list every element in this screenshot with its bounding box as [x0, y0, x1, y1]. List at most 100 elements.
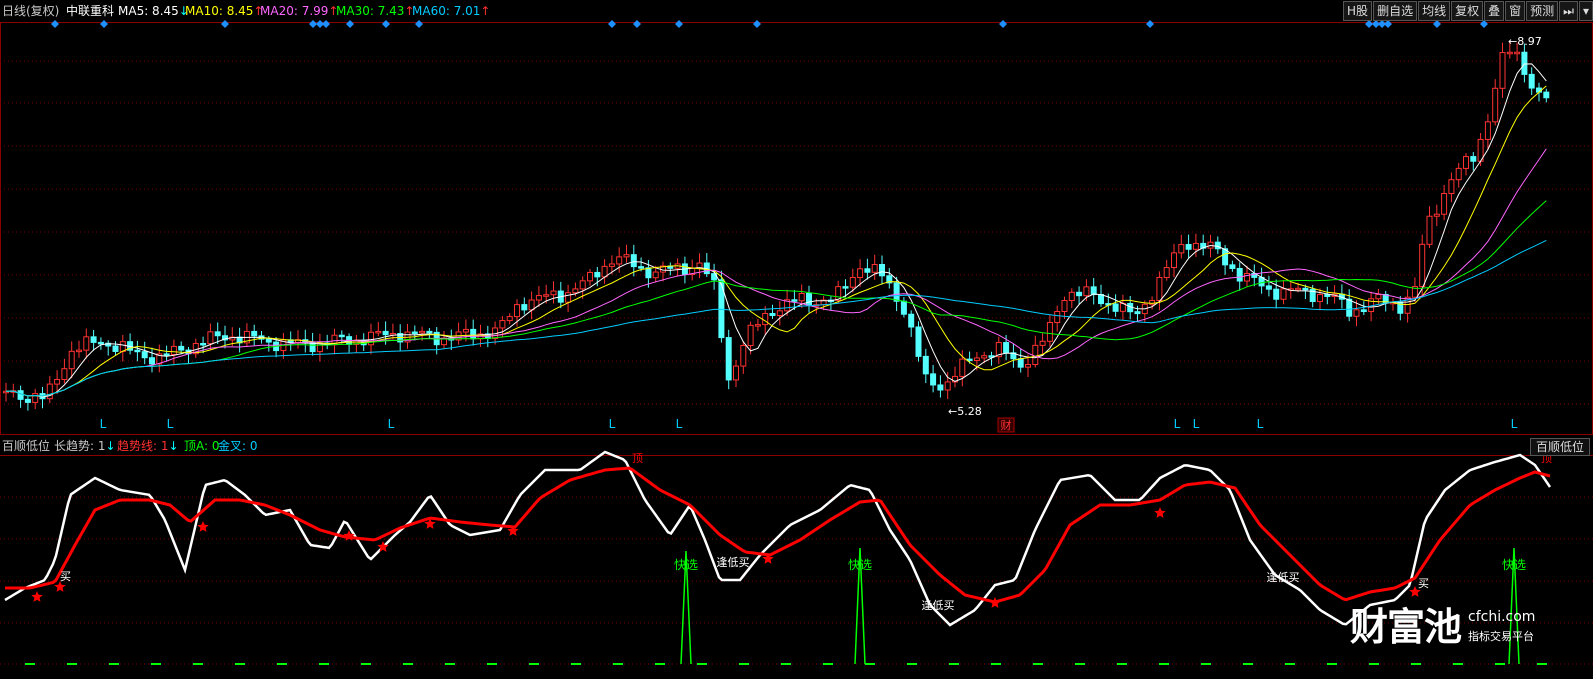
candle-body-123: [900, 300, 907, 315]
kline-chart-canvas[interactable]: L L L L L L L L L←8.97←5.28财快选 快选 快选买买顶 顶逢低买逢低买逢低买: [0, 0, 1593, 679]
chart-toolbar: H股 删自选 均线 复权 叠 窗 预测 ⏭ ▾: [1342, 1, 1593, 21]
ma-lines-button[interactable]: 均线: [1418, 1, 1451, 21]
candle-body-140: [1025, 363, 1031, 368]
candle-body-173: [1265, 285, 1272, 290]
candle-body-99: [725, 337, 732, 381]
main-chart-frame: [0, 22, 1593, 435]
candle-body-105: [769, 312, 776, 317]
top-a-legend: 顶A: 0: [184, 439, 220, 453]
candle-body-126: [922, 355, 929, 375]
candle-body-79: [579, 280, 586, 290]
candle-body-110: [806, 292, 812, 306]
l-marker-2: L: [388, 417, 395, 431]
forecast-button[interactable]: 预测: [1526, 1, 1559, 21]
candle-body-106: [776, 310, 783, 317]
candle-body-86: [630, 254, 637, 268]
candle-body-124: [908, 313, 915, 328]
candle-body-137: [1003, 342, 1010, 354]
candle-body-144: [1054, 310, 1061, 324]
watermark: 财富池 cfchi.com 指标交易平台: [1348, 605, 1548, 651]
skip-end-icon[interactable]: ⏭: [1559, 1, 1578, 21]
candle-body-70: [514, 304, 520, 318]
l-marker-0: L: [100, 417, 107, 431]
candle-body-207: [1514, 51, 1521, 55]
candle-body-27: [200, 342, 207, 346]
buy-label-1: 买: [1418, 577, 1429, 590]
candle-body-4: [32, 393, 39, 403]
quick-label-2: 快选: [1502, 558, 1526, 572]
candle-body-147: [1076, 291, 1083, 297]
candle-body-58: [426, 330, 433, 334]
candle-body-84: [616, 256, 623, 265]
candle-body-196: [1433, 213, 1440, 217]
candle-body-88: [645, 267, 652, 279]
candle-body-146: [1068, 291, 1075, 302]
watermark-subtitle: 指标交易平台: [1468, 630, 1534, 643]
l-marker-7: L: [1257, 417, 1264, 431]
candle-body-141: [1032, 344, 1039, 365]
golden-cross-legend: 金叉: 0: [218, 439, 258, 453]
buy-star-icon-2: [197, 521, 209, 532]
low-price-label: ←5.28: [948, 405, 982, 418]
candle-body-128: [937, 384, 944, 391]
candle-body-129: [944, 381, 951, 391]
long-trend-legend: 长趋势: 1↓: [54, 439, 116, 453]
candle-body-177: [1295, 287, 1302, 291]
candle-body-195: [1426, 215, 1433, 245]
candle-body-56: [411, 331, 418, 335]
window-button[interactable]: 窗: [1505, 1, 1526, 21]
candle-body-75: [550, 290, 557, 296]
ma20-value: MA20: 7.99: [260, 4, 329, 18]
candle-body-77: [565, 292, 572, 303]
candle-body-145: [1061, 300, 1068, 312]
l-marker-4: L: [676, 417, 683, 431]
candle-body-42: [309, 342, 316, 353]
candle-body-174: [1273, 288, 1280, 300]
candle-body-169: [1236, 267, 1243, 282]
candle-body-103: [754, 324, 761, 327]
candle-body-197: [1441, 193, 1448, 215]
candle-body-206: [1506, 51, 1513, 55]
candle-body-8: [61, 368, 68, 380]
buy-label-0: 买: [60, 570, 71, 583]
candle-body-3: [24, 398, 31, 403]
adjust-price-button[interactable]: 复权: [1451, 1, 1484, 21]
quick-label-0: 快选: [674, 558, 698, 572]
overlay-button[interactable]: 叠: [1484, 1, 1505, 21]
h-share-button[interactable]: H股: [1343, 1, 1373, 21]
candle-body-13: [97, 341, 104, 345]
candle-body-159: [1163, 267, 1170, 278]
period-label[interactable]: 日线(复权): [2, 4, 59, 18]
candle-body-100: [733, 365, 739, 381]
candle-body-46: [338, 334, 345, 338]
candle-body-74: [543, 294, 550, 297]
candle-body-89: [652, 271, 659, 279]
candle-body-201: [1470, 156, 1477, 162]
watermark-domain: cfchi.com: [1468, 609, 1536, 625]
candle-body-150: [1098, 294, 1104, 305]
l-marker-6: L: [1193, 417, 1200, 431]
candle-body-87: [638, 266, 645, 269]
remove-watchlist-button[interactable]: 删自选: [1373, 1, 1418, 21]
dropdown-icon[interactable]: ▾: [1578, 1, 1593, 21]
ma60-legend: MA60: 7.01↑: [412, 4, 490, 18]
candle-body-34: [251, 330, 258, 337]
candle-body-78: [572, 288, 579, 294]
candle-body-143: [1046, 322, 1053, 342]
indicator-title[interactable]: 百顺低位: [2, 439, 50, 453]
candle-body-131: [959, 358, 966, 377]
candle-body-68: [499, 320, 506, 329]
candle-body-73: [535, 295, 542, 301]
indicator-select-button[interactable]: 百顺低位: [1529, 438, 1590, 456]
trend-line-legend: 趋势线: 1↓: [117, 439, 179, 453]
candle-body-152: [1112, 303, 1119, 312]
candle-body-203: [1484, 121, 1491, 140]
candle-body-180: [1317, 294, 1323, 303]
trend-line-arrow: ↓: [168, 439, 179, 453]
l-marker-1: L: [167, 417, 174, 431]
candle-body-125: [915, 326, 922, 357]
candle-body-119: [871, 264, 878, 273]
candle-body-199: [1455, 167, 1462, 181]
l-marker-5: L: [1174, 417, 1181, 431]
candle-body-85: [623, 254, 630, 258]
